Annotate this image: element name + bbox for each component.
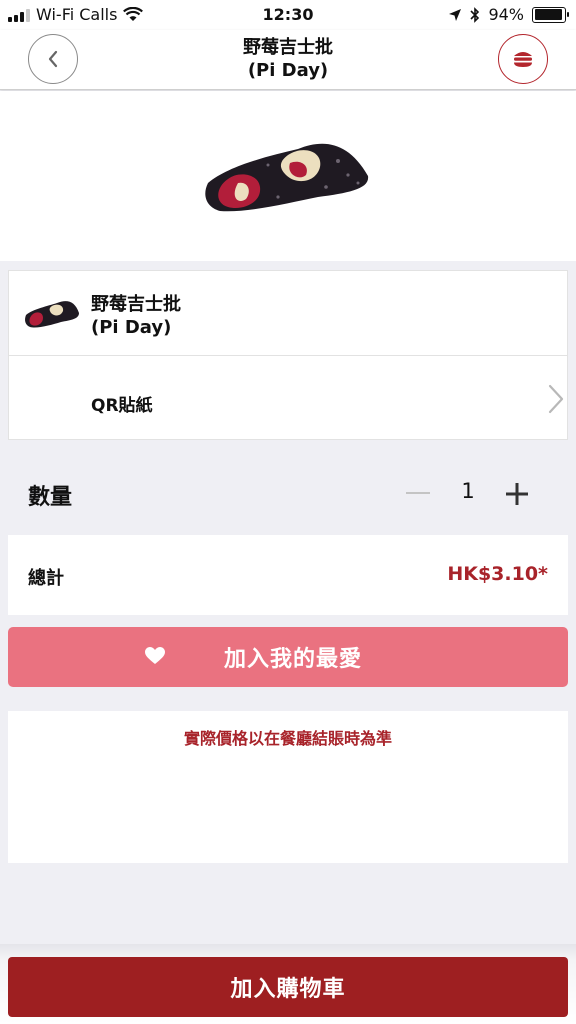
battery-percent: 94% (488, 5, 524, 24)
bluetooth-icon (470, 6, 480, 23)
product-image (205, 143, 369, 212)
status-right: 94% (448, 5, 569, 24)
plus-icon (506, 483, 528, 505)
heart-icon (145, 647, 165, 664)
minus-icon (406, 492, 430, 494)
page-title-line1: 野莓吉士批 (243, 37, 333, 58)
add-to-favourites-button[interactable]: 加入我的最愛 (8, 627, 568, 687)
item-thumbnail (25, 301, 79, 328)
back-button[interactable] (28, 34, 78, 84)
screen: Wi-Fi Calls 12:30 94% 野莓吉士批 (Pi Day) 野莓吉… (0, 0, 576, 1024)
qr-sticker-row[interactable]: QR貼紙 (9, 357, 567, 441)
item-name-line1: 野莓吉士批 (91, 294, 181, 315)
total-price: HK$3.10* (447, 563, 548, 585)
chevron-left-icon (48, 50, 58, 68)
item-name-line2: (Pi Day) (91, 317, 172, 338)
quantity-row: 數量 1 (0, 465, 576, 521)
item-row: 野莓吉士批 (Pi Day) (9, 271, 567, 356)
item-card: 野莓吉士批 (Pi Day) QR貼紙 (8, 270, 568, 440)
add-to-favourites-label: 加入我的最愛 (223, 647, 362, 672)
burger-icon (514, 52, 532, 67)
battery-icon (532, 6, 569, 23)
price-note: 實際價格以在餐廳結賬時為準 (183, 729, 392, 748)
page-title: 野莓吉士批 (Pi Day) (120, 36, 456, 82)
nav-bar: 野莓吉士批 (Pi Day) (0, 30, 576, 90)
total-label: 總計 (28, 568, 64, 589)
quantity-value: 1 (461, 479, 475, 503)
total-row: 總計 HK$3.10* (8, 535, 568, 615)
quantity-increase-button[interactable] (502, 479, 532, 509)
status-bar: Wi-Fi Calls 12:30 94% (0, 0, 576, 30)
menu-button[interactable] (498, 34, 548, 84)
price-note-card: 實際價格以在餐廳結賬時為準 (8, 711, 568, 863)
quantity-label: 數量 (28, 485, 73, 510)
product-hero (0, 91, 576, 261)
quantity-decrease-button[interactable] (404, 479, 432, 507)
location-arrow-icon (449, 8, 462, 21)
item-name: 野莓吉士批 (Pi Day) (91, 293, 181, 339)
add-to-cart-button[interactable]: 加入購物車 (8, 957, 568, 1017)
page-title-line2: (Pi Day) (247, 60, 329, 81)
chevron-right-icon (548, 384, 564, 414)
qr-sticker-label: QR貼紙 (91, 396, 153, 416)
